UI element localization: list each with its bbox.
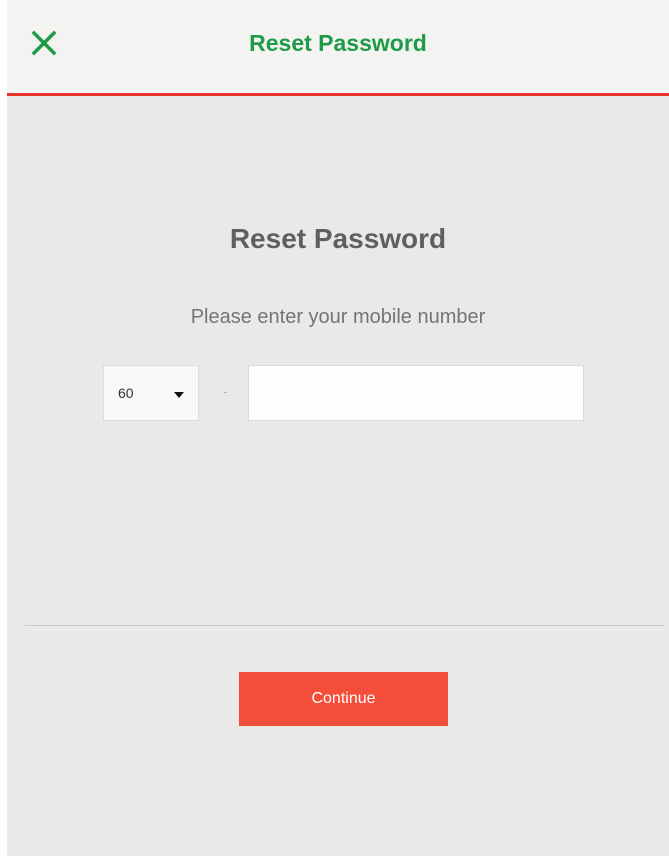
mobile-number-input[interactable] bbox=[248, 365, 584, 421]
caret-down-icon bbox=[174, 392, 184, 398]
content-area: Reset Password Please enter your mobile … bbox=[7, 96, 669, 856]
instruction-text: Please enter your mobile number bbox=[190, 306, 486, 328]
separator: - bbox=[223, 383, 228, 399]
reset-password-screen: Reset Password Reset Password Please ent… bbox=[0, 0, 669, 856]
page-title: Reset Password bbox=[229, 223, 447, 254]
country-code-select[interactable]: 60 bbox=[103, 365, 199, 421]
header-bar: Reset Password bbox=[7, 0, 669, 96]
header-title: Reset Password bbox=[249, 30, 427, 56]
divider bbox=[25, 625, 665, 626]
country-code-value: 60 bbox=[118, 385, 134, 401]
continue-button[interactable]: Continue bbox=[239, 672, 448, 726]
